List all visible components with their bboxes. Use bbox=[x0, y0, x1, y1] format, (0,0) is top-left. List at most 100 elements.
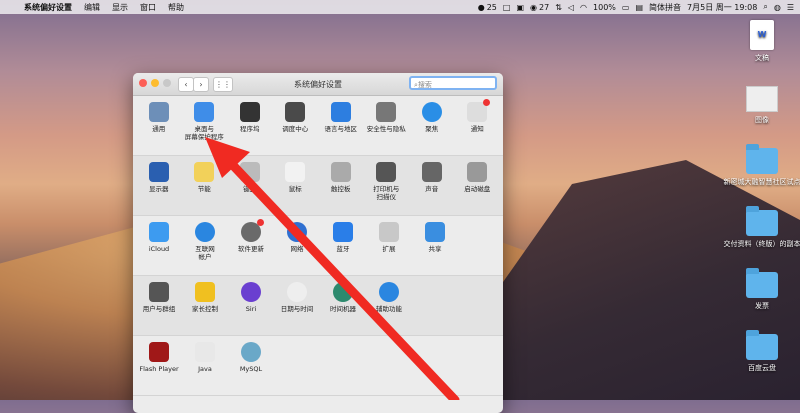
menu-bar: 系统偏好设置 编辑 显示 窗口 帮助 ● 25 □ ▣ ◉ 27 ⇅ ◁ ◠ 100… bbox=[0, 0, 800, 14]
window-titlebar: ‹ › ⋮⋮ 系统偏好设置 ⌕搜索 bbox=[133, 73, 503, 96]
desktop-icon-invoice[interactable]: 发票 bbox=[722, 268, 800, 311]
input-method[interactable]: 简体拼音 bbox=[649, 2, 681, 13]
menu-window[interactable]: 窗口 bbox=[134, 2, 162, 13]
wechat-status[interactable]: ● 25 bbox=[478, 3, 497, 12]
clock[interactable]: 7月5日 周一 19:08 bbox=[687, 2, 757, 13]
pref-pane-sound[interactable]: 声音 bbox=[409, 162, 455, 215]
desktop-icon-documents[interactable]: W 文稿 bbox=[722, 20, 800, 63]
pref-pane-printer[interactable]: 打印机与 扫描仪 bbox=[364, 162, 410, 215]
pref-pane-notifications[interactable]: 通知 bbox=[455, 99, 501, 155]
flash-player-icon bbox=[149, 342, 169, 362]
pref-pane-sharing[interactable]: 共享 bbox=[412, 222, 458, 275]
pref-pane-label: 声音 bbox=[425, 185, 439, 193]
sound-menu-icon[interactable]: ◁ bbox=[568, 3, 574, 12]
pref-pane-label: 节能 bbox=[197, 185, 211, 193]
pref-pane-label: 鼠标 bbox=[288, 185, 302, 193]
control-center-icon[interactable]: ☰ bbox=[787, 3, 794, 12]
pref-pane-dock[interactable]: 程序坞 bbox=[227, 102, 273, 155]
pref-pane-label: 家长控制 bbox=[192, 305, 218, 313]
internet-accounts-icon bbox=[195, 222, 215, 242]
pref-pane-label: 用户与群组 bbox=[142, 305, 176, 313]
pref-pane-security[interactable]: 安全性与隐私 bbox=[364, 102, 410, 155]
pref-pane-keyboard[interactable]: 键盘 bbox=[227, 162, 273, 215]
pref-pane-accessibility[interactable]: 辅助功能 bbox=[366, 282, 412, 335]
extensions-icon bbox=[379, 222, 399, 242]
pref-pane-label: 扩展 bbox=[382, 245, 396, 253]
pref-pane-energy-saver[interactable]: 节能 bbox=[182, 162, 228, 215]
desktop-icon-images[interactable]: 图像 bbox=[722, 86, 800, 125]
pref-pane-label: 触控板 bbox=[331, 185, 351, 193]
user-icon[interactable]: ◍ bbox=[774, 3, 781, 12]
pref-pane-siri[interactable]: Siri bbox=[228, 282, 274, 335]
pref-pane-trackpad[interactable]: 触控板 bbox=[318, 162, 364, 215]
pref-pane-network[interactable]: 网络 bbox=[274, 222, 320, 275]
pref-pane-flash-player[interactable]: Flash Player bbox=[136, 342, 182, 395]
desktop-icon-folder-2[interactable]: 交付资料（终版）的副本 bbox=[722, 206, 800, 249]
security-icon bbox=[376, 102, 397, 122]
mouse-icon bbox=[285, 162, 306, 182]
input-method-icon: ▤ bbox=[635, 2, 644, 12]
pref-pane-label: 通知 bbox=[470, 125, 484, 133]
desktop-icon-folder-1[interactable]: 新密城大融智慧社区试点 bbox=[722, 144, 800, 187]
pref-pane-internet-accounts[interactable]: 互联网 帐户 bbox=[182, 222, 228, 275]
pref-pane-mysql[interactable]: MySQL bbox=[228, 342, 274, 395]
pref-pane-label: 通用 bbox=[152, 125, 166, 133]
pref-pane-parental-controls[interactable]: 家长控制 bbox=[182, 282, 228, 335]
pay-icon: ◉ bbox=[530, 2, 537, 12]
document-icon: W bbox=[750, 20, 774, 50]
network-icon bbox=[287, 222, 307, 242]
spotlight-menu-icon[interactable]: ⌕ bbox=[763, 2, 767, 12]
pref-pane-label: 安全性与隐私 bbox=[366, 125, 406, 133]
folder-icon bbox=[746, 268, 778, 298]
spotlight-icon bbox=[421, 102, 442, 122]
pref-pane-desktop-screensaver[interactable]: 桌面与 屏幕保护程序 bbox=[182, 102, 228, 155]
pref-pane-extensions[interactable]: 扩展 bbox=[366, 222, 412, 275]
battery-icon[interactable]: ▭ bbox=[622, 3, 630, 12]
image-icon bbox=[746, 86, 778, 112]
pref-pane-label: 互联网 帐户 bbox=[195, 245, 215, 261]
menu-view[interactable]: 显示 bbox=[106, 2, 134, 13]
pref-pane-users-groups[interactable]: 用户与群组 bbox=[136, 282, 182, 335]
pay-status[interactable]: ◉ 27 bbox=[530, 3, 549, 12]
search-input[interactable]: ⌕搜索 bbox=[409, 76, 497, 90]
wechat-icon: ● bbox=[477, 2, 485, 12]
sync-icon[interactable]: ⇅ bbox=[555, 3, 562, 12]
siri-icon bbox=[241, 282, 261, 302]
pref-pane-spotlight[interactable]: 聚焦 bbox=[409, 102, 455, 155]
pref-pane-language-region[interactable]: 语言与地区 bbox=[318, 102, 364, 155]
sound-icon bbox=[421, 162, 442, 182]
menu-app-name[interactable]: 系统偏好设置 bbox=[18, 2, 78, 13]
preferences-section: 通用 桌面与 屏幕保护程序 程序坞 调度中心 语言与地区 安全性与隐私 聚焦 通知 bbox=[133, 96, 503, 156]
pref-pane-label: Flash Player bbox=[139, 365, 179, 373]
battery-percent[interactable]: 100% bbox=[593, 3, 616, 12]
pref-pane-label: 显示器 bbox=[149, 185, 169, 193]
pref-pane-software-update[interactable]: 软件更新 bbox=[228, 219, 274, 275]
pref-pane-label: 日期与时间 bbox=[280, 305, 314, 313]
sharing-icon bbox=[425, 222, 445, 242]
menu-edit[interactable]: 编辑 bbox=[78, 2, 106, 13]
pref-pane-bluetooth[interactable]: 蓝牙 bbox=[320, 222, 366, 275]
pref-pane-icloud[interactable]: iCloud bbox=[136, 222, 182, 275]
pref-pane-time-machine[interactable]: 时间机器 bbox=[320, 282, 366, 335]
notifications-icon bbox=[467, 99, 491, 122]
pref-pane-mouse[interactable]: 鼠标 bbox=[273, 162, 319, 215]
desktop-icon-baidu[interactable]: 百度云盘 bbox=[722, 330, 800, 373]
pref-pane-date-time[interactable]: 日期与时间 bbox=[274, 282, 320, 335]
wifi-icon[interactable]: ◠ bbox=[580, 3, 587, 12]
pref-pane-label: iCloud bbox=[148, 245, 170, 253]
menu-help[interactable]: 帮助 bbox=[162, 2, 190, 13]
energy-saver-icon bbox=[194, 162, 215, 182]
software-update-icon bbox=[241, 219, 264, 242]
pref-pane-mission-control[interactable]: 调度中心 bbox=[273, 102, 319, 155]
pref-pane-java[interactable]: Java bbox=[182, 342, 228, 395]
pref-pane-label: 蓝牙 bbox=[336, 245, 350, 253]
system-preferences-window: ‹ › ⋮⋮ 系统偏好设置 ⌕搜索 通用 桌面与 屏幕保护程序 程序坞 调度中心 语言与… bbox=[133, 73, 503, 413]
status-icon-2[interactable]: ▣ bbox=[516, 3, 524, 12]
pref-pane-general[interactable]: 通用 bbox=[136, 102, 182, 155]
pref-pane-startup-disk[interactable]: 启动磁盘 bbox=[455, 162, 501, 215]
trackpad-icon bbox=[330, 162, 351, 182]
display-icon bbox=[148, 162, 169, 182]
pref-pane-display[interactable]: 显示器 bbox=[136, 162, 182, 215]
status-icon-1[interactable]: □ bbox=[503, 3, 511, 12]
preferences-section: 显示器 节能 键盘 鼠标 触控板 打印机与 扫描仪 声音 启动磁盘 bbox=[133, 156, 503, 216]
